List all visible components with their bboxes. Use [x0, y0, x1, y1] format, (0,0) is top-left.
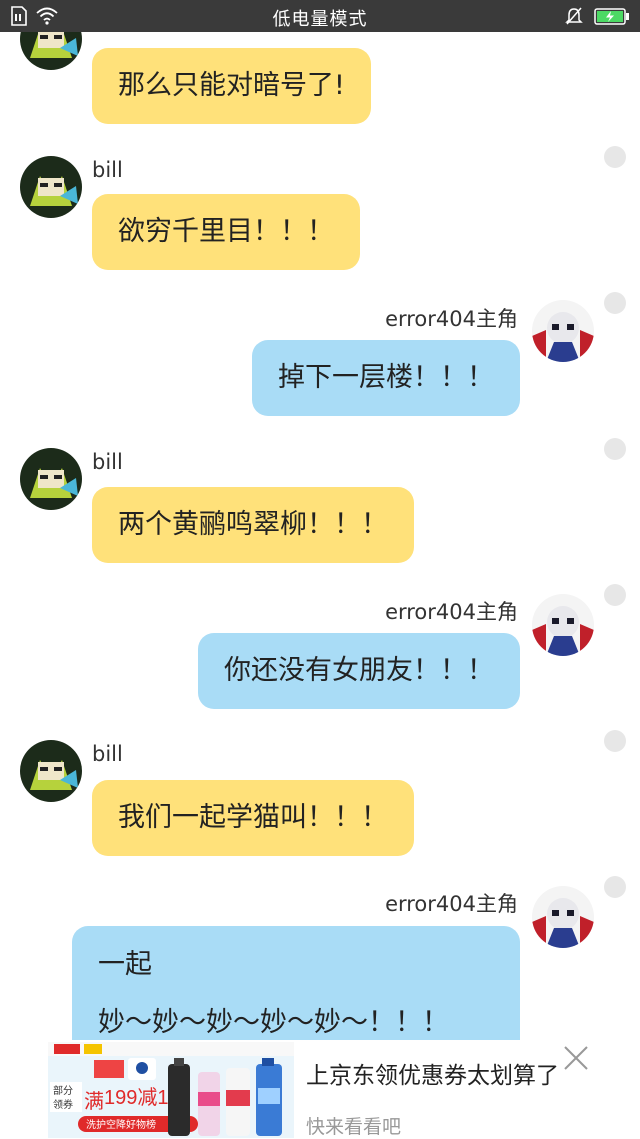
- message-bubble[interactable]: 欲穷千里目！！！: [92, 194, 360, 270]
- read-status-dot: [604, 292, 626, 314]
- status-bar: 低电量模式: [0, 0, 640, 32]
- avatar-bill[interactable]: [20, 448, 82, 510]
- mute-bell-icon: [564, 6, 584, 30]
- ad-title[interactable]: 上京东领优惠券太划算了: [306, 1056, 559, 1090]
- message-bubble[interactable]: 掉下一层楼！！！: [252, 340, 520, 416]
- read-status-dot: [604, 876, 626, 898]
- read-status-dot: [604, 146, 626, 168]
- sender-name: bill: [92, 158, 123, 182]
- ad-image[interactable]: 部分 领券 满 199减110 洗护空降好物榜: [48, 1042, 294, 1138]
- avatar-error404[interactable]: [532, 886, 594, 948]
- read-status-dot: [604, 438, 626, 460]
- battery-charging-icon: [594, 8, 630, 29]
- sender-name: error404主角: [385, 892, 518, 916]
- message-bubble[interactable]: 我们一起学猫叫！！！: [92, 780, 414, 856]
- sender-name: error404主角: [385, 600, 518, 624]
- sender-name: bill: [92, 742, 123, 766]
- avatar-error404[interactable]: [532, 300, 594, 362]
- ad-banner[interactable]: 部分 领券 满 199减110 洗护空降好物榜 上京东领优惠券太划算了 快来看看…: [0, 1040, 640, 1138]
- avatar-error404[interactable]: [532, 594, 594, 656]
- svg-text:领券: 领券: [53, 1098, 73, 1111]
- message-bubble[interactable]: 你还没有女朋友！！！: [198, 633, 520, 709]
- read-status-dot: [604, 584, 626, 606]
- message-bubble[interactable]: 两个黄鹂鸣翠柳！！！: [92, 487, 414, 563]
- svg-text:部分: 部分: [53, 1084, 73, 1097]
- ad-subtitle: 快来看看吧: [306, 1116, 402, 1138]
- read-status-dot: [604, 730, 626, 752]
- chat-area[interactable]: 那么只能对暗号了! bill 欲穷千里目！！！ error404主角 掉下一层楼…: [0, 0, 640, 1138]
- status-bar-title: 低电量模式: [272, 9, 368, 30]
- sender-name: error404主角: [385, 307, 518, 331]
- message-line: 一起: [98, 949, 152, 980]
- svg-text:洗护空降好物榜: 洗护空降好物榜: [86, 1118, 156, 1131]
- avatar-bill[interactable]: [20, 740, 82, 802]
- message-bubble[interactable]: 那么只能对暗号了!: [92, 48, 371, 124]
- svg-text:满: 满: [84, 1090, 104, 1113]
- sender-name: bill: [92, 450, 123, 474]
- avatar-bill[interactable]: [20, 156, 82, 218]
- close-icon[interactable]: [562, 1044, 590, 1072]
